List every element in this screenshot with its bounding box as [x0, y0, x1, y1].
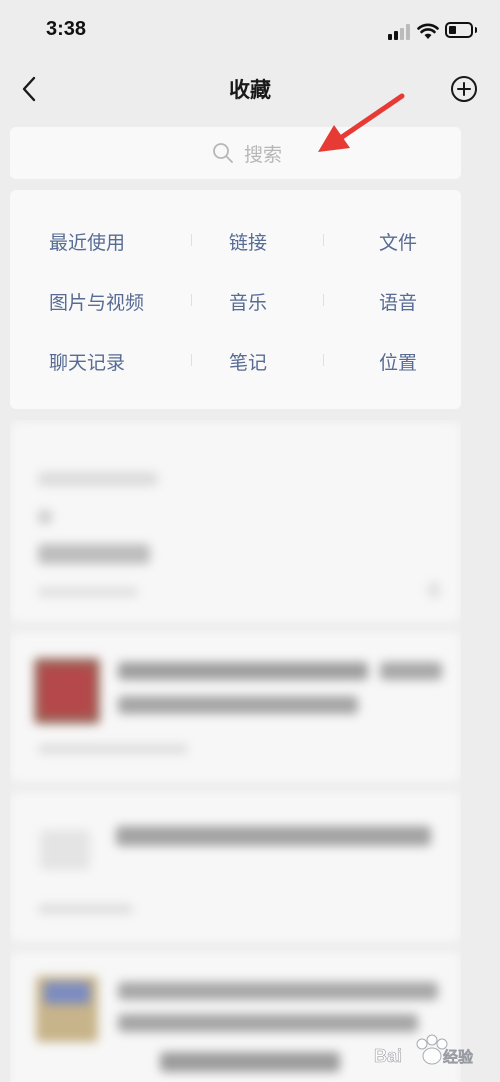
category-chat-history[interactable]: 聊天记录	[49, 348, 125, 375]
status-time: 3:38	[46, 18, 87, 40]
add-circle-icon[interactable]	[448, 73, 480, 105]
category-row: 图片与视频 音乐 语音	[10, 280, 461, 320]
category-photos-videos[interactable]: 图片与视频	[49, 288, 144, 315]
search-icon	[213, 143, 233, 163]
svg-text:Bai: Bai	[374, 1046, 402, 1066]
divider	[323, 234, 324, 246]
annotation-arrow-icon	[318, 93, 405, 152]
favorites-list	[10, 420, 461, 1082]
category-panel: 最近使用 链接 文件 图片与视频 音乐 语音 聊天记录 笔记 位置	[10, 190, 461, 409]
cellular-signal-icon	[388, 24, 410, 40]
divider	[323, 294, 324, 306]
category-location[interactable]: 位置	[379, 348, 417, 375]
search-placeholder: 搜索	[244, 143, 283, 166]
divider	[191, 294, 192, 306]
category-music[interactable]: 音乐	[229, 288, 267, 315]
status-bar: 3:38	[0, 0, 500, 62]
baidu-jingyan-watermark-icon: Bai 经验	[374, 1034, 474, 1066]
search-inner: 搜索	[212, 139, 282, 167]
category-row: 最近使用 链接 文件	[10, 220, 461, 260]
list-item[interactable]	[10, 792, 461, 942]
category-row: 聊天记录 笔记 位置	[10, 340, 461, 380]
list-item[interactable]	[10, 632, 461, 782]
category-recent[interactable]: 最近使用	[49, 228, 125, 255]
divider	[191, 234, 192, 246]
list-item[interactable]	[10, 422, 461, 622]
battery-icon	[445, 22, 473, 38]
category-notes[interactable]: 笔记	[229, 348, 267, 375]
category-links[interactable]: 链接	[229, 228, 267, 255]
battery-cap	[475, 27, 477, 33]
page-title: 收藏	[229, 78, 271, 102]
wifi-icon	[417, 23, 439, 39]
svg-text:经验: 经验	[443, 1048, 474, 1066]
category-files[interactable]: 文件	[379, 228, 417, 255]
category-voice[interactable]: 语音	[379, 288, 417, 315]
divider	[323, 354, 324, 366]
divider	[191, 354, 192, 366]
